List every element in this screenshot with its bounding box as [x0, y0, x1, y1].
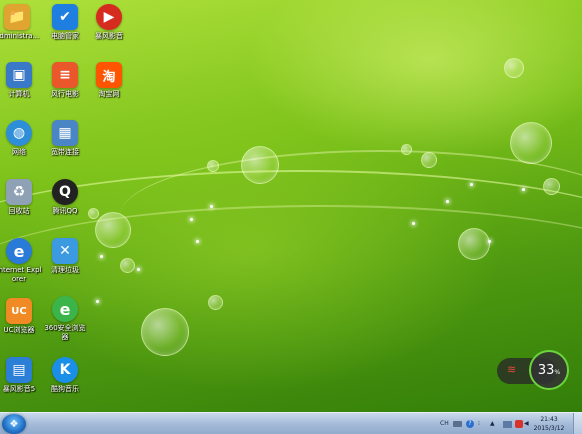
windplay-icon: ≡	[52, 62, 78, 88]
desktop-icon-label: Internet Explorer	[0, 266, 42, 283]
volume-icon[interactable]: ◀	[524, 419, 529, 429]
desktop-icon-windplay[interactable]: ≡ 风行电影	[42, 62, 88, 99]
wallpaper-bubble	[241, 146, 279, 184]
desktop-icon-label: 回收站	[8, 207, 30, 215]
desktop-icon-uc-browser[interactable]: UC UC浏览器	[0, 298, 42, 335]
start-button[interactable]: ❖	[2, 414, 26, 434]
desktop-icon-360-browser[interactable]: e 360安全浏览器	[42, 296, 88, 342]
wallpaper-bubble	[543, 178, 560, 195]
desktop-icon-network[interactable]: ◍ 网络	[0, 120, 42, 157]
wallpaper-sparkle	[190, 218, 193, 221]
uc-browser-icon: UC	[6, 298, 32, 324]
user-folder-icon: 📁	[4, 4, 30, 30]
wallpaper-sparkle	[96, 300, 99, 303]
broadband-icon: ▦	[52, 120, 78, 146]
tray-arrow-icon[interactable]: ▲	[490, 419, 495, 429]
desktop-icon-computer[interactable]: ▣ 计算机	[0, 62, 42, 99]
wallpaper-sparkle	[137, 268, 140, 271]
desktop-icon-recycle-bin[interactable]: ♻ 回收站	[0, 179, 42, 216]
storm-player-icon: ▤	[6, 357, 32, 383]
wallpaper-sparkle	[196, 240, 199, 243]
desktop-icon-storm-video[interactable]: ▶ 暴风影音	[86, 4, 132, 41]
taskbar-clock[interactable]: 21:43 2015/3/12	[530, 415, 568, 433]
desktop-wallpaper: 📁 Administra... ▣ 计算机 ◍ 网络 ♻ 回收站 e Inter…	[0, 0, 582, 434]
desktop-icon-label: 淘宝网	[98, 90, 120, 98]
wallpaper-bubble	[401, 144, 412, 155]
desktop-icon-label: 暴风影音	[95, 32, 123, 40]
desktop-icon-label: 暴风影音5	[2, 385, 36, 393]
wallpaper-sparkle	[412, 222, 415, 225]
wallpaper-bubble	[207, 160, 219, 172]
desktop-icon-label: UC浏览器	[3, 326, 35, 334]
wallpaper-bubble	[88, 208, 99, 219]
desktop-icon-label: 360安全浏览器	[44, 324, 86, 341]
desktop-icon-kugou[interactable]: K 酷狗音乐	[42, 357, 88, 394]
qq-penguin-icon: Q	[52, 179, 78, 205]
desktop-icon-label: 宽带连接	[51, 148, 79, 156]
recycle-bin-icon: ♻	[6, 179, 32, 205]
wallpaper-bubble	[208, 295, 223, 310]
clock-date: 2015/3/12	[533, 425, 565, 432]
keyboard-icon[interactable]	[453, 421, 462, 427]
network-icon[interactable]	[503, 421, 512, 428]
wallpaper-sparkle	[488, 240, 491, 243]
wallpaper-sparkle	[446, 200, 449, 203]
desktop-icon-label: 酷狗音乐	[51, 385, 79, 393]
desktop-icon-cleanup[interactable]: ✕ 清理垃圾	[42, 238, 88, 275]
kugou-music-icon: K	[52, 357, 78, 383]
taobao-icon: 淘	[96, 62, 122, 88]
desktop-icon-qq[interactable]: Q 腾讯QQ	[42, 179, 88, 216]
taskbar: ❖ CH ? ⁝ ▲ ◀ 21:43 2015/3/12	[0, 412, 582, 434]
ime-icon[interactable]: ⁝	[478, 419, 480, 429]
computer-icon: ▣	[6, 62, 32, 88]
wallpaper-bubble	[141, 308, 189, 356]
play-icon: ▶	[96, 4, 122, 30]
wallpaper-bubble	[458, 228, 490, 260]
wallpaper-sparkle	[470, 183, 473, 186]
windows-start-icon: ❖	[9, 418, 19, 430]
desktop-icon-label: Administra...	[0, 32, 40, 40]
cleanup-trash-icon: ✕	[52, 238, 78, 264]
desktop-icon-taobao[interactable]: 淘 淘宝网	[86, 62, 132, 99]
desktop-icon-pc-manager[interactable]: ✔ 电脑管家	[42, 4, 88, 41]
desktop-icon-label: 电脑管家	[51, 32, 79, 40]
speed-widget-value: 33%	[537, 362, 561, 378]
speed-widget-gauge[interactable]: 33%	[529, 350, 569, 390]
desktop-icon-label: 计算机	[8, 90, 30, 98]
360-browser-icon: e	[52, 296, 78, 322]
wallpaper-sparkle	[100, 255, 103, 258]
help-icon[interactable]: ?	[466, 420, 474, 428]
speed-widget-unit: %	[554, 368, 561, 376]
clock-time: 21:43	[540, 416, 558, 423]
wallpaper-bubble	[421, 152, 437, 168]
desktop-icon-internet-explorer[interactable]: e Internet Explorer	[0, 238, 42, 284]
wallpaper-bubble	[510, 122, 552, 164]
internet-explorer-icon: e	[6, 238, 32, 264]
desktop-icon-label: 网络	[12, 148, 26, 156]
desktop-icon-administrator[interactable]: 📁 Administra...	[0, 4, 40, 41]
desktop-icon-storm-player[interactable]: ▤ 暴风影音5	[0, 357, 42, 394]
tray-language[interactable]: CH	[440, 419, 449, 429]
desktop-icon-broadband[interactable]: ▦ 宽带连接	[42, 120, 88, 157]
desktop-icon-label: 腾讯QQ	[52, 207, 78, 215]
wallpaper-bubble	[95, 212, 131, 248]
shield-icon: ✔	[52, 4, 78, 30]
show-desktop-button[interactable]	[573, 413, 582, 434]
wallpaper-sparkle	[210, 205, 213, 208]
wallpaper-sparkle	[522, 188, 525, 191]
desktop-icon-label: 风行电影	[51, 90, 79, 98]
antivirus-icon[interactable]	[515, 420, 523, 428]
wallpaper-bubble	[120, 258, 135, 273]
network-signal-icon: ≋	[507, 363, 517, 376]
wallpaper-bubble	[504, 58, 524, 78]
network-globe-icon: ◍	[6, 120, 32, 146]
desktop-icon-label: 清理垃圾	[51, 266, 79, 274]
network-speed-widget[interactable]: ≋ 33%	[497, 350, 569, 390]
